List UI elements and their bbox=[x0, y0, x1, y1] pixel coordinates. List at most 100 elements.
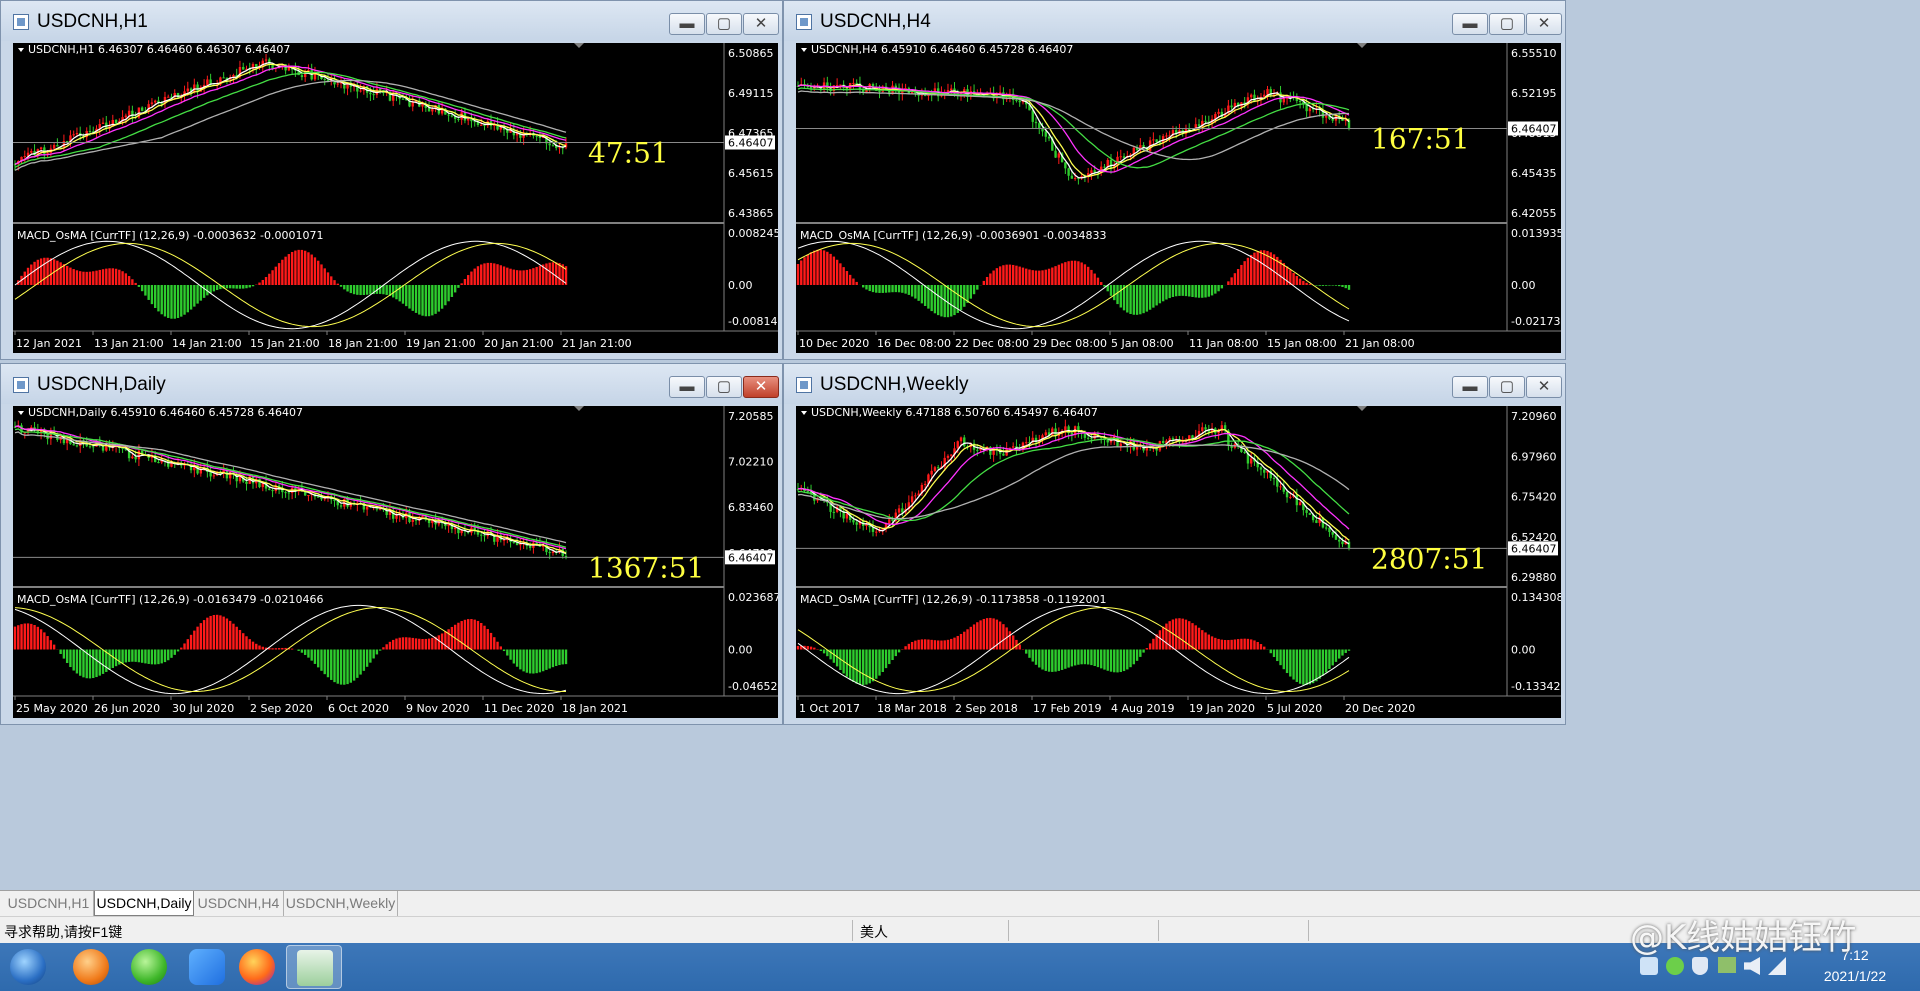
macd-histogram-bar bbox=[150, 649, 154, 665]
minimize-button[interactable]: ▬ bbox=[669, 376, 705, 398]
taskbar-app-wechat[interactable] bbox=[118, 945, 180, 989]
moving-average-line bbox=[14, 71, 567, 168]
tray-shield-icon[interactable] bbox=[1692, 957, 1708, 975]
chart-window-daily[interactable]: USDCNH,Daily ▬ ▢ ✕ 7.20585 7.02210 6.83460… bbox=[0, 363, 783, 725]
tray-flag-icon[interactable] bbox=[1718, 957, 1736, 973]
candle-body bbox=[483, 535, 486, 537]
macd-histogram-bar bbox=[215, 614, 219, 650]
window-titlebar[interactable]: USDCNH,Daily ▬ ▢ ✕ bbox=[1, 364, 782, 404]
price-chart-svg[interactable]: 7.209606.979606.754206.524206.298806.464… bbox=[796, 406, 1561, 718]
close-button[interactable]: ✕ bbox=[1526, 13, 1562, 35]
macd-histogram-bar bbox=[1008, 631, 1012, 650]
minimize-button[interactable]: ▬ bbox=[669, 13, 705, 35]
chart-canvas[interactable]: 7.20960 6.97960 6.75420 6.52420 6.29880 6.464… bbox=[796, 406, 1561, 718]
close-button[interactable]: ✕ bbox=[1526, 376, 1562, 398]
tab-usdcnh-weekly[interactable]: USDCNH,Weekly bbox=[284, 891, 398, 916]
macd-histogram-bar bbox=[519, 649, 522, 670]
tray-volume-icon[interactable] bbox=[1744, 957, 1760, 975]
time-tick-label: 30 Jul 2020 bbox=[172, 702, 234, 715]
taskbar-app-orange[interactable] bbox=[60, 945, 122, 989]
macd-histogram-bar bbox=[196, 285, 199, 304]
window-titlebar[interactable]: USDCNH,Weekly ▬ ▢ ✕ bbox=[784, 364, 1565, 404]
macd-histogram-bar bbox=[1214, 637, 1217, 650]
chart-window-h1[interactable]: USDCNH,H1 ▬ ▢ ✕ 6.50865 6.49115 6.47365 6.4… bbox=[0, 0, 783, 360]
maximize-button[interactable]: ▢ bbox=[706, 376, 742, 398]
maximize-button[interactable]: ▢ bbox=[1489, 376, 1525, 398]
macd-histogram-bar bbox=[378, 285, 382, 294]
system-tray-icons[interactable] bbox=[1640, 957, 1830, 977]
tray-network-icon[interactable] bbox=[1640, 957, 1658, 975]
chart-canvas[interactable]: 6.555106.521956.488156.454356.420556.464… bbox=[796, 43, 1561, 353]
chart-window-h4[interactable]: USDCNH,H4 ▬ ▢ ✕ 6.555106.521956.488156.4… bbox=[783, 0, 1566, 360]
close-button[interactable]: ✕ bbox=[743, 376, 779, 398]
chart-canvas[interactable]: 6.50865 6.49115 6.47365 6.45615 6.43865 6.464… bbox=[13, 43, 778, 353]
macd-histogram-bar bbox=[1259, 250, 1263, 285]
macd-histogram-bar bbox=[281, 647, 284, 650]
tray-signal-icon[interactable] bbox=[1768, 957, 1786, 975]
macd-histogram-bar bbox=[450, 285, 454, 297]
price-chart-svg[interactable]: 7.205857.022106.834606.647106.464071367:… bbox=[13, 406, 778, 718]
macd-histogram-bar bbox=[1249, 254, 1253, 285]
candle-body bbox=[551, 145, 555, 147]
candle-countdown-timer: 47:51 bbox=[588, 137, 669, 170]
chart-canvas[interactable]: 7.205857.022106.834606.647106.464071367:… bbox=[13, 406, 778, 718]
candle-body bbox=[963, 437, 966, 447]
macd-histogram-bar bbox=[297, 249, 300, 285]
mdi-workspace: USDCNH,H1 ▬ ▢ ✕ 6.50865 6.49115 6.47365 6.4… bbox=[0, 0, 1920, 890]
macd-histogram-bar bbox=[26, 623, 30, 650]
macd-histogram-bar bbox=[1175, 618, 1178, 650]
macd-histogram-bar bbox=[427, 638, 431, 650]
taskbar-app-firefox[interactable] bbox=[226, 945, 288, 989]
candle-body bbox=[933, 467, 937, 471]
macd-histogram-bar bbox=[157, 285, 160, 312]
macd-histogram-bar bbox=[1181, 285, 1184, 296]
window-titlebar[interactable]: USDCNH,H4 ▬ ▢ ✕ bbox=[784, 1, 1565, 41]
macd-histogram-bar bbox=[339, 649, 343, 685]
candle-body bbox=[528, 545, 532, 548]
maximize-button[interactable]: ▢ bbox=[1489, 13, 1525, 35]
macd-histogram-bar bbox=[33, 625, 36, 650]
macd-histogram-bar bbox=[140, 649, 144, 663]
chart-window-icon bbox=[796, 377, 812, 393]
macd-histogram-bar bbox=[1321, 649, 1325, 676]
time-tick-label: 5 Jan 08:00 bbox=[1111, 337, 1174, 350]
minimize-button[interactable]: ▬ bbox=[1452, 13, 1488, 35]
tab-usdcnh-h4[interactable]: USDCNH,H4 bbox=[194, 891, 284, 916]
window-titlebar[interactable]: USDCNH,H1 ▬ ▢ ✕ bbox=[1, 1, 782, 41]
macd-histogram-bar bbox=[1034, 649, 1038, 665]
macd-histogram-bar bbox=[813, 250, 816, 285]
macd-histogram-bar bbox=[369, 285, 372, 295]
maximize-button[interactable]: ▢ bbox=[706, 13, 742, 35]
macd-histogram-bar bbox=[852, 278, 855, 285]
macd-histogram-bar bbox=[509, 268, 512, 285]
firefox-icon bbox=[239, 949, 275, 985]
macd-histogram-bar bbox=[1165, 285, 1168, 300]
macd-histogram-bar bbox=[274, 266, 278, 285]
price-chart-svg[interactable]: 6.508656.491156.473656.456156.438656.464… bbox=[13, 43, 778, 353]
price-chart-svg[interactable]: 6.555106.521956.488156.454356.420556.464… bbox=[796, 43, 1561, 353]
minimize-button[interactable]: ▬ bbox=[1452, 376, 1488, 398]
close-button[interactable]: ✕ bbox=[743, 13, 779, 35]
status-help-text: 寻求帮助,请按F1键 bbox=[4, 924, 123, 940]
macd-tick-label: 0.0139354 bbox=[1511, 227, 1561, 240]
current-price-label: 6.46407 bbox=[728, 551, 774, 564]
macd-histogram-bar bbox=[976, 285, 979, 290]
macd-histogram-bar bbox=[92, 271, 95, 285]
tray-wechat-icon[interactable] bbox=[1666, 957, 1684, 975]
tab-usdcnh-daily[interactable]: USDCNH,Daily bbox=[94, 891, 194, 916]
candle-body bbox=[1161, 441, 1165, 443]
macd-histogram-bar bbox=[1018, 266, 1021, 285]
macd-histogram-bar bbox=[421, 638, 424, 650]
macd-histogram-bar bbox=[127, 649, 131, 662]
taskbar-app-metatrader[interactable] bbox=[286, 945, 342, 989]
tab-usdcnh-h1[interactable]: USDCNH,H1 bbox=[4, 891, 94, 916]
candle-body bbox=[264, 59, 268, 61]
macd-histogram-bar bbox=[1204, 285, 1207, 298]
macd-histogram-bar bbox=[1341, 649, 1344, 656]
time-tick-label: 18 Mar 2018 bbox=[877, 702, 947, 715]
macd-histogram-bar bbox=[1116, 649, 1119, 673]
macd-histogram-bar bbox=[59, 262, 62, 285]
start-button[interactable] bbox=[0, 945, 56, 989]
chart-window-weekly[interactable]: USDCNH,Weekly ▬ ▢ ✕ 7.20960 6.97960 6.7542… bbox=[783, 363, 1566, 725]
macd-histogram-bar bbox=[36, 626, 40, 650]
